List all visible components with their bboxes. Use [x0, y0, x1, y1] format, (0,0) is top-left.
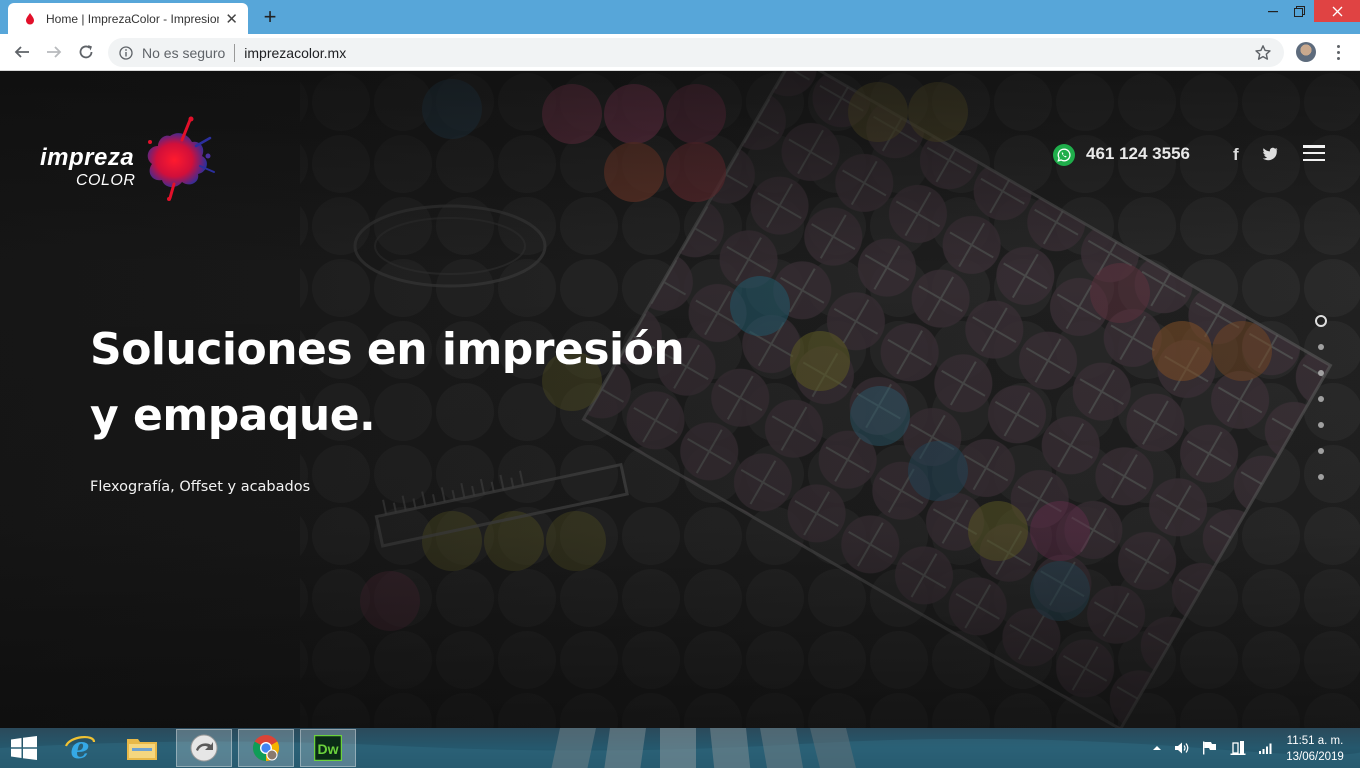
dreamweaver-label: Dw: [318, 741, 339, 757]
windows-start-icon[interactable]: [10, 736, 38, 760]
back-arrow-icon[interactable]: [10, 40, 34, 64]
network-devices-icon[interactable]: [1230, 740, 1246, 759]
hero-section: impreza COLOR 461 124 3556 f Soluciones …: [0, 71, 1360, 728]
whatsapp-icon[interactable]: [1053, 144, 1075, 166]
window-minimize-button[interactable]: [1256, 0, 1290, 22]
slider-dot-3[interactable]: [1318, 370, 1324, 376]
tab-close-icon[interactable]: ✕: [225, 10, 238, 28]
hamburger-menu-icon[interactable]: [1303, 145, 1325, 161]
new-tab-button[interactable]: +: [258, 5, 282, 29]
site-favicon-icon: [22, 11, 38, 27]
hero-headline-line1: Soluciones en impresión: [90, 324, 685, 375]
logo-wordmark: impreza: [40, 144, 135, 171]
slider-dot-1[interactable]: [1315, 315, 1327, 327]
hero-headline-line2: y empaque.: [90, 390, 376, 441]
browser-menu-icon[interactable]: [1330, 42, 1346, 62]
system-tray: [1152, 740, 1274, 758]
ftp-client-icon[interactable]: [176, 729, 232, 767]
clock-time: 11:51 a. m.: [1286, 735, 1344, 747]
bookmark-star-icon[interactable]: [1254, 44, 1272, 62]
window-restore-button[interactable]: [1290, 0, 1308, 22]
internet-explorer-icon[interactable]: e: [52, 729, 108, 767]
forward-arrow-icon[interactable]: [42, 40, 66, 64]
windows-taskbar: e Dw 11:51 a. m. 13/06/2019: [0, 728, 1360, 768]
twitter-icon[interactable]: [1262, 147, 1280, 163]
action-center-flag-icon[interactable]: [1202, 741, 1218, 758]
hero-subheadline: Flexografía, Offset y acabados: [90, 479, 311, 495]
address-separator: [234, 43, 236, 62]
signal-strength-icon[interactable]: [1258, 742, 1274, 757]
clock-date: 13/06/2019: [1286, 751, 1344, 763]
slider-dot-5[interactable]: [1318, 422, 1324, 428]
profile-avatar[interactable]: [1296, 42, 1316, 62]
logo-paint-splash-icon: [147, 116, 215, 201]
logo-wordmark-sub: COLOR: [76, 172, 136, 189]
dreamweaver-icon[interactable]: Dw: [300, 729, 356, 767]
slider-dot-7[interactable]: [1318, 474, 1324, 480]
google-chrome-icon[interactable]: [238, 729, 294, 767]
slider-pagination: [1314, 315, 1328, 500]
reload-icon[interactable]: [74, 40, 98, 64]
address-bar[interactable]: No es seguro imprezacolor.mx: [108, 38, 1284, 67]
slider-dot-2[interactable]: [1318, 344, 1324, 350]
window-close-button[interactable]: [1314, 0, 1360, 22]
info-icon[interactable]: [118, 45, 134, 61]
phone-number-link[interactable]: 461 124 3556: [1086, 144, 1190, 164]
system-clock[interactable]: 11:51 a. m. 13/06/2019: [1280, 733, 1350, 765]
hero-headline: Soluciones en impresión y empaque.: [90, 317, 790, 449]
browser-tab-strip: Home | ImprezaColor - Impresion ✕ +: [0, 0, 1360, 34]
slider-dot-6[interactable]: [1318, 448, 1324, 454]
slider-dot-4[interactable]: [1318, 396, 1324, 402]
browser-tab[interactable]: Home | ImprezaColor - Impresion ✕: [8, 3, 248, 34]
url-text[interactable]: imprezacolor.mx: [244, 45, 346, 61]
security-status-label[interactable]: No es seguro: [142, 45, 225, 61]
show-hidden-icons-icon[interactable]: [1152, 743, 1162, 755]
site-logo[interactable]: impreza COLOR: [38, 116, 218, 201]
browser-toolbar: No es seguro imprezacolor.mx: [0, 34, 1360, 71]
file-explorer-icon[interactable]: [114, 729, 170, 767]
tab-title: Home | ImprezaColor - Impresion: [46, 11, 220, 26]
facebook-icon[interactable]: f: [1233, 145, 1247, 164]
volume-icon[interactable]: [1174, 741, 1190, 758]
